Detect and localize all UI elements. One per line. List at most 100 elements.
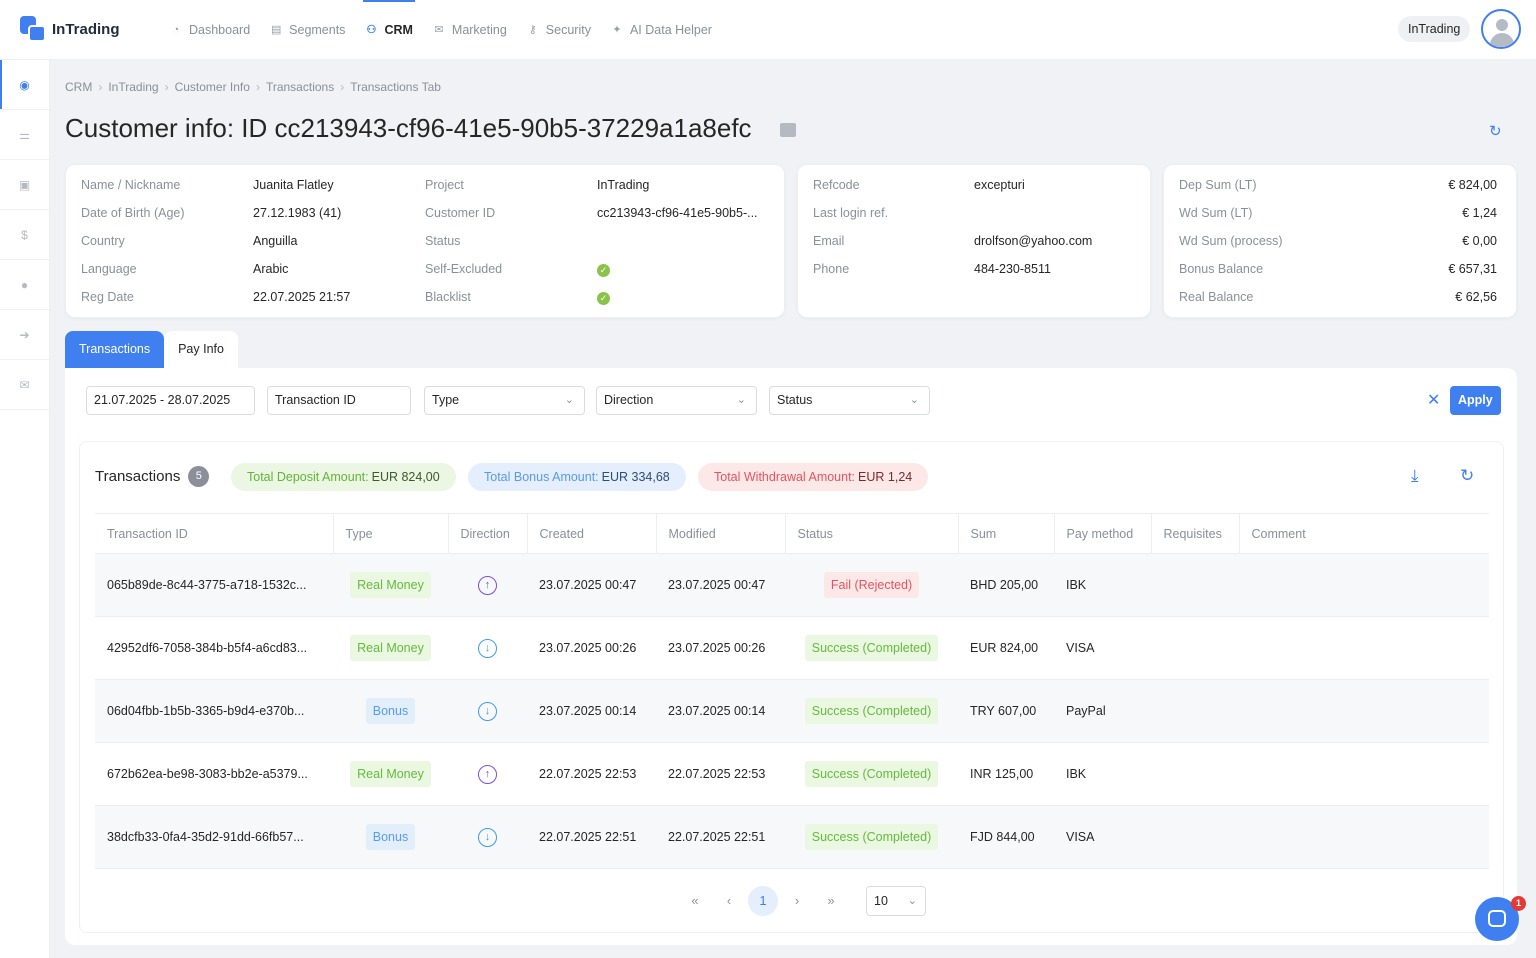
info-value: InTrading	[597, 178, 650, 192]
pagination: « ‹ 1 › » 10 ⌄	[678, 886, 926, 916]
table-row[interactable]: 06d04fbb-1b5b-3365-b9d4-e370b... Bonus ↓…	[95, 679, 1489, 743]
nav-security[interactable]: ⚷ Security	[517, 0, 601, 60]
column-header[interactable]: Pay method	[1053, 513, 1151, 554]
arrow-up-circle-icon: ↑	[478, 764, 497, 784]
type-cell: Real Money	[333, 553, 448, 617]
tab-pay-info[interactable]: Pay Info	[164, 331, 238, 368]
breadcrumb-transactions[interactable]: Transactions	[266, 80, 334, 94]
status-cell: Success (Completed)	[785, 742, 958, 806]
column-header[interactable]: Comment	[1238, 513, 1489, 554]
refresh-icon[interactable]: ↻	[1460, 466, 1474, 486]
direction-select[interactable]: Direction ⌄	[596, 386, 757, 415]
page-size-select[interactable]: 10 ⌄	[866, 886, 926, 916]
sidebar-login[interactable]: ➔	[0, 310, 49, 360]
type-select[interactable]: Type ⌄	[424, 386, 585, 415]
table-header-row: Transaction ID Type Direction Created Mo…	[95, 513, 1489, 554]
nav-label: CRM	[384, 23, 413, 37]
dollar-icon: $	[21, 227, 28, 242]
sidebar-finance[interactable]: $	[0, 210, 49, 260]
sidebar-contacts[interactable]: ▣	[0, 160, 49, 210]
created-cell: 22.07.2025 22:53	[527, 742, 656, 806]
select-value: Type	[432, 393, 460, 407]
table-row[interactable]: 065b89de-8c44-3775-a718-1532c... Real Mo…	[95, 553, 1489, 617]
transaction-id-cell[interactable]: 38dcfb33-0fa4-35d2-91dd-66fb57...	[95, 805, 333, 869]
breadcrumb-current: Transactions Tab	[350, 80, 441, 94]
info-label: Email	[813, 234, 845, 248]
nav-ai-data-helper[interactable]: ✦ AI Data Helper	[601, 0, 722, 60]
last-page-icon[interactable]: »	[814, 886, 848, 916]
type-tag: Real Money	[350, 635, 431, 661]
apply-button[interactable]: Apply	[1450, 386, 1501, 415]
info-label: Dep Sum (LT)	[1179, 178, 1257, 192]
column-header[interactable]: Direction	[447, 513, 527, 554]
direction-cell: ↓	[448, 805, 527, 869]
column-header[interactable]: Requisites	[1150, 513, 1239, 554]
sidebar-mail[interactable]: ✉	[0, 360, 49, 410]
table-row[interactable]: 672b62ea-be98-3083-bb2e-a5379... Real Mo…	[95, 742, 1489, 806]
created-cell: 23.07.2025 00:47	[527, 553, 656, 617]
breadcrumb-crm[interactable]: CRM	[65, 80, 92, 94]
modified-cell: 22.07.2025 22:51	[656, 805, 785, 869]
users-icon: ⚇	[366, 24, 377, 36]
info-value: € 0,00	[1462, 234, 1497, 248]
chat-button[interactable]: 1	[1475, 896, 1526, 941]
type-cell: Real Money	[333, 742, 448, 806]
transaction-id-cell[interactable]: 672b62ea-be98-3083-bb2e-a5379...	[95, 742, 333, 806]
status-select[interactable]: Status ⌄	[769, 386, 930, 415]
info-value: cc213943-cf96-41e5-90b5-...	[597, 206, 758, 220]
breadcrumb-intrading[interactable]: InTrading	[108, 80, 158, 94]
contacts-icon: ▣	[18, 177, 31, 192]
info-label: Self-Excluded	[425, 262, 503, 276]
nav-dashboard[interactable]: ◔ Dashboard	[160, 0, 260, 60]
blacklist-check-icon: ✓	[597, 290, 610, 305]
nav-crm[interactable]: ⚇ CRM	[355, 0, 422, 60]
arrow-down-circle-icon: ↓	[478, 701, 497, 721]
column-header[interactable]: Status	[784, 513, 958, 554]
org-selector[interactable]: InTrading	[1398, 16, 1471, 42]
prev-page-icon[interactable]: ‹	[712, 886, 746, 916]
sidebar-user[interactable]: ●	[0, 260, 49, 310]
total-deposit-badge: Total Deposit Amount: EUR 824,00	[231, 463, 456, 491]
transaction-id-input[interactable]: Transaction ID	[267, 386, 411, 415]
date-range-input[interactable]: 21.07.2025 - 28.07.2025	[86, 386, 255, 415]
created-cell: 22.07.2025 22:51	[527, 805, 656, 869]
app-logo[interactable]: InTrading	[20, 16, 120, 42]
transaction-id-cell[interactable]: 42952df6-7058-384b-b5f4-a6cd83...	[95, 616, 333, 680]
sidebar-history[interactable]: ◉	[0, 60, 49, 110]
sliders-icon: ⚌	[19, 127, 30, 142]
transaction-id-cell[interactable]: 065b89de-8c44-3775-a718-1532c...	[95, 553, 333, 617]
first-page-icon[interactable]: «	[678, 886, 712, 916]
sidebar-sliders[interactable]: ⚌	[0, 110, 49, 160]
sum-cell: INR 125,00	[958, 742, 1054, 806]
chat-icon	[1488, 910, 1506, 927]
column-header[interactable]: Modified	[655, 513, 785, 554]
info-label: Status	[425, 234, 461, 248]
transaction-id-cell[interactable]: 06d04fbb-1b5b-3365-b9d4-e370b...	[95, 679, 333, 743]
contact-info-card: Refcode excepturi Last login ref. Email dr…	[797, 164, 1151, 318]
chevron-down-icon: ⌄	[907, 895, 917, 907]
column-header[interactable]: Type	[332, 513, 448, 554]
next-page-icon[interactable]: ›	[780, 886, 814, 916]
nav-marketing[interactable]: ✉ Marketing	[423, 0, 517, 60]
wallet-icon[interactable]	[780, 123, 796, 137]
tabs: Transactions Pay Info	[65, 331, 238, 368]
download-icon[interactable]: ⤓	[1411, 466, 1419, 486]
table-row[interactable]: 42952df6-7058-384b-b5f4-a6cd83... Real M…	[95, 616, 1489, 680]
tab-transactions[interactable]: Transactions	[65, 331, 165, 368]
modified-cell: 22.07.2025 22:53	[656, 742, 785, 806]
requisites-cell	[1151, 679, 1239, 743]
column-header[interactable]: Sum	[957, 513, 1054, 554]
key-icon: ⚷	[528, 24, 537, 36]
info-value: Juanita Flatley	[253, 178, 334, 192]
user-avatar[interactable]	[1481, 9, 1521, 49]
column-header[interactable]: Transaction ID	[95, 513, 333, 554]
breadcrumb-customer-info[interactable]: Customer Info	[175, 80, 250, 94]
direction-cell: ↓	[448, 616, 527, 680]
nav-segments[interactable]: ▤ Segments	[260, 0, 355, 60]
refresh-icon[interactable]: ↻	[1489, 122, 1502, 140]
table-row[interactable]: 38dcfb33-0fa4-35d2-91dd-66fb57... Bonus …	[95, 805, 1489, 869]
page-number[interactable]: 1	[748, 886, 778, 916]
column-header[interactable]: Created	[526, 513, 656, 554]
badge-value: EUR 1,24	[858, 470, 913, 484]
clear-filters-icon[interactable]: ✕	[1427, 390, 1440, 410]
